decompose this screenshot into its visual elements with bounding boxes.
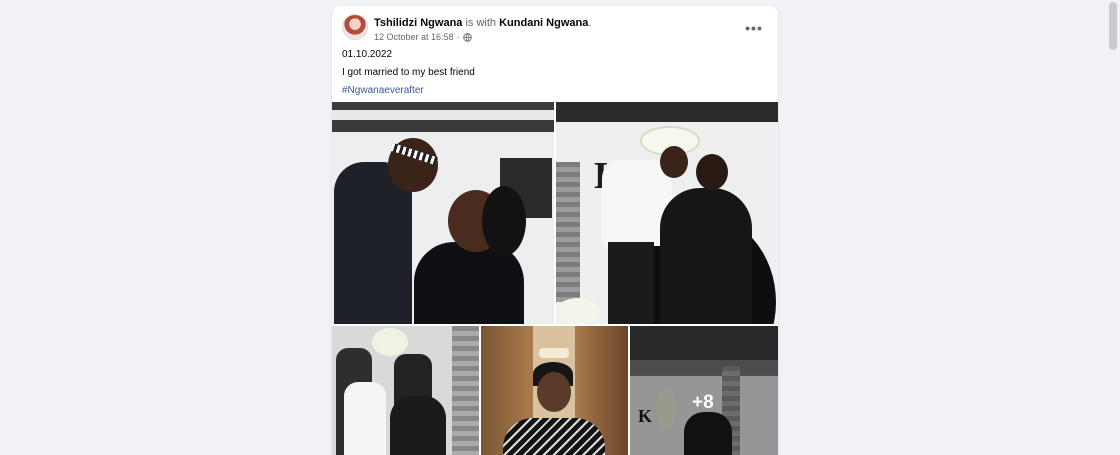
photo-4-bride-dress [503, 418, 605, 455]
post-header: Tshilidzi Ngwana is with Kundani Ngwana.… [342, 14, 768, 48]
photo-2-groom-legs [608, 242, 654, 324]
post-meta: 12 October at 16:58 · [374, 32, 472, 42]
photo-3-brick [452, 326, 479, 455]
author-avatar[interactable] [342, 14, 368, 40]
scrollbar-thumb[interactable] [1109, 2, 1117, 50]
author-name[interactable]: Tshilidzi Ngwana [374, 17, 462, 29]
photo-1[interactable] [332, 102, 554, 324]
post-date-line: 01.10.2022 [342, 49, 393, 60]
with-text: is with [462, 17, 500, 29]
photo-2-bride-dress [660, 188, 752, 324]
post-body: 01.10.2022 I got married to my best frie… [342, 46, 475, 100]
photo-3-groom [344, 382, 386, 455]
photo-4[interactable] [481, 326, 628, 455]
post-timestamp[interactable]: 12 October at 16:58 [374, 32, 454, 42]
post-message: I got married to my best friend [342, 67, 475, 78]
photo-3-flowers [372, 328, 408, 356]
globe-icon[interactable] [462, 32, 472, 42]
page-scrollbar[interactable] [1106, 0, 1120, 455]
photo-5-overlay [630, 326, 778, 455]
photo-2-groom-head [660, 146, 688, 178]
photo-3-bride [390, 396, 446, 455]
photo-4-bride-face [537, 372, 571, 412]
photo-grid: K K [332, 102, 778, 455]
photo-5[interactable]: K +8 [630, 326, 778, 455]
photo-2[interactable]: K [556, 102, 778, 324]
dot-separator: · [456, 32, 460, 42]
photo-2-bouquet [556, 298, 600, 324]
tagged-name[interactable]: Kundani Ngwana [499, 17, 588, 29]
photo-4-chandelier [539, 348, 569, 358]
author-line: Tshilidzi Ngwana is with Kundani Ngwana. [374, 17, 591, 29]
post-hashtag[interactable]: #Ngwanaeverafter [342, 82, 475, 100]
photo-2-bride-head [696, 154, 728, 190]
more-horizontal-icon[interactable]: ••• [744, 18, 764, 38]
tagged-suffix: . [588, 17, 592, 29]
photo-2-brick-wall [556, 162, 580, 302]
photo-3[interactable] [332, 326, 479, 455]
more-photos-count[interactable]: +8 [692, 392, 714, 414]
photo-1-bride-hair [482, 186, 526, 256]
post-card: Tshilidzi Ngwana is with Kundani Ngwana.… [332, 6, 778, 455]
